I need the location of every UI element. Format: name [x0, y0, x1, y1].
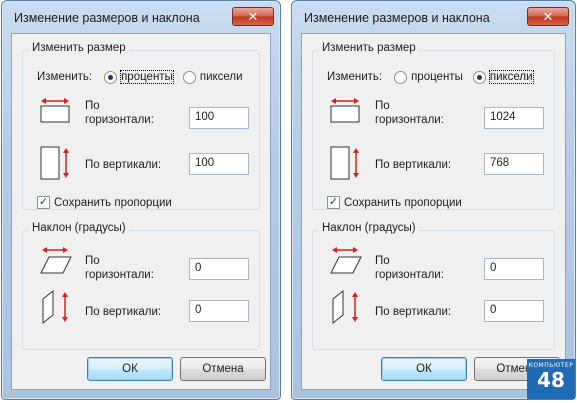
resize-group-title: Изменить размер — [29, 42, 129, 54]
resize-horizontal-label-line1: По — [375, 100, 390, 112]
resize-mode-label: Изменить: — [327, 71, 383, 83]
resize-mode-row: Изменить: проценты пиксели — [37, 69, 253, 85]
keep-ratio-checkbox[interactable]: ✓ — [327, 196, 340, 209]
title-bar[interactable]: Изменение размеров и наклона ✕ — [292, 1, 575, 33]
keep-ratio-checkbox[interactable]: ✓ — [37, 196, 50, 209]
skew-vertical-icon — [42, 289, 68, 325]
radio-pixels-indicator[interactable] — [182, 70, 196, 84]
skew-vertical-input[interactable]: 0 — [189, 300, 249, 322]
resize-dialog-right: Изменение размеров и наклона ✕ Изменить … — [291, 0, 576, 400]
resize-vertical-icon — [40, 146, 69, 180]
radio-pixels[interactable]: пиксели — [472, 70, 534, 84]
watermark-number: 48 — [537, 368, 565, 392]
dialog-body: Изменить размер Изменить: проценты пиксе… — [301, 33, 566, 390]
site-watermark-logo: КОМПЬЮТЕР 48 — [527, 359, 575, 399]
resize-mode-row: Изменить: проценты пиксели — [327, 69, 543, 85]
resize-horizontal-input[interactable]: 100 — [189, 107, 249, 129]
radio-percent[interactable]: проценты — [104, 70, 174, 84]
radio-pixels-label[interactable]: пиксели — [488, 70, 534, 84]
radio-percent-label[interactable]: проценты — [120, 70, 174, 84]
resize-horizontal-input[interactable]: 1024 — [484, 107, 544, 129]
keep-ratio-label[interactable]: Сохранить пропорции — [54, 197, 172, 209]
keep-ratio-row[interactable]: ✓ Сохранить пропорции — [37, 196, 172, 209]
skew-horizontal-input[interactable]: 0 — [189, 258, 249, 280]
keep-ratio-row[interactable]: ✓ Сохранить пропорции — [327, 196, 462, 209]
radio-pixels-indicator[interactable] — [472, 70, 486, 84]
radio-percent-indicator[interactable] — [104, 70, 118, 84]
resize-vertical-label: По вертикали: — [85, 159, 162, 171]
skew-horizontal-label: По горизонтали: — [85, 254, 154, 282]
resize-vertical-label: По вертикали: — [375, 159, 452, 171]
ok-button[interactable]: ОК — [87, 357, 173, 381]
keep-ratio-label[interactable]: Сохранить пропорции — [344, 197, 462, 209]
window-title: Изменение размеров и наклона — [304, 11, 490, 25]
resize-dialog-left: Изменение размеров и наклона ✕ Изменить … — [1, 0, 281, 400]
close-icon: ✕ — [247, 9, 259, 24]
resize-horizontal-label-line1: По — [85, 100, 100, 112]
skew-group: Наклон (градусы) По горизонтали: 0 По ве… — [312, 222, 555, 350]
skew-horizontal-label-line2: горизонтали: — [375, 269, 444, 281]
radio-percent[interactable]: проценты — [394, 70, 463, 84]
skew-horizontal-label-line1: По — [85, 255, 100, 267]
resize-vertical-input[interactable]: 100 — [189, 153, 249, 175]
resize-horizontal-label: По горизонтали: — [85, 99, 154, 127]
skew-horizontal-icon — [330, 247, 362, 274]
resize-vertical-icon — [330, 146, 359, 180]
resize-group-title: Изменить размер — [319, 42, 419, 54]
skew-horizontal-label-line2: горизонтали: — [85, 269, 154, 281]
close-button[interactable]: ✕ — [527, 7, 569, 26]
skew-vertical-icon — [332, 289, 358, 325]
resize-horizontal-icon — [40, 98, 70, 123]
resize-mode-label: Изменить: — [37, 71, 93, 83]
skew-vertical-label: По вертикали: — [85, 306, 162, 318]
resize-horizontal-label: По горизонтали: — [375, 99, 444, 127]
radio-percent-label[interactable]: проценты — [411, 71, 463, 83]
window-title: Изменение размеров и наклона — [14, 11, 200, 25]
skew-horizontal-label: По горизонтали: — [375, 254, 444, 282]
resize-horizontal-icon — [330, 98, 360, 123]
resize-group: Изменить размер Изменить: проценты пиксе… — [22, 42, 260, 210]
skew-group-title: Наклон (градусы) — [29, 222, 129, 234]
skew-horizontal-label-line1: По — [375, 255, 390, 267]
skew-horizontal-icon — [40, 247, 72, 274]
title-bar[interactable]: Изменение размеров и наклона ✕ — [2, 1, 280, 33]
dialog-body: Изменить размер Изменить: проценты пиксе… — [11, 33, 271, 390]
resize-horizontal-label-line2: горизонтали: — [85, 114, 154, 126]
close-button[interactable]: ✕ — [232, 7, 274, 26]
skew-horizontal-input[interactable]: 0 — [484, 258, 544, 280]
resize-group: Изменить размер Изменить: проценты пиксе… — [312, 42, 555, 210]
resize-horizontal-label-line2: горизонтали: — [375, 114, 444, 126]
resize-vertical-input[interactable]: 768 — [484, 153, 544, 175]
cancel-button[interactable]: Отмена — [180, 357, 266, 381]
skew-vertical-input[interactable]: 0 — [484, 300, 544, 322]
close-icon: ✕ — [542, 9, 554, 24]
skew-group-title: Наклон (градусы) — [319, 222, 419, 234]
skew-vertical-label: По вертикали: — [375, 306, 452, 318]
radio-pixels[interactable]: пиксели — [182, 70, 243, 84]
ok-button[interactable]: ОК — [381, 357, 467, 381]
skew-group: Наклон (градусы) По горизонтали: 0 По ве… — [22, 222, 260, 350]
radio-percent-indicator[interactable] — [394, 70, 408, 84]
radio-pixels-label[interactable]: пиксели — [200, 71, 243, 83]
